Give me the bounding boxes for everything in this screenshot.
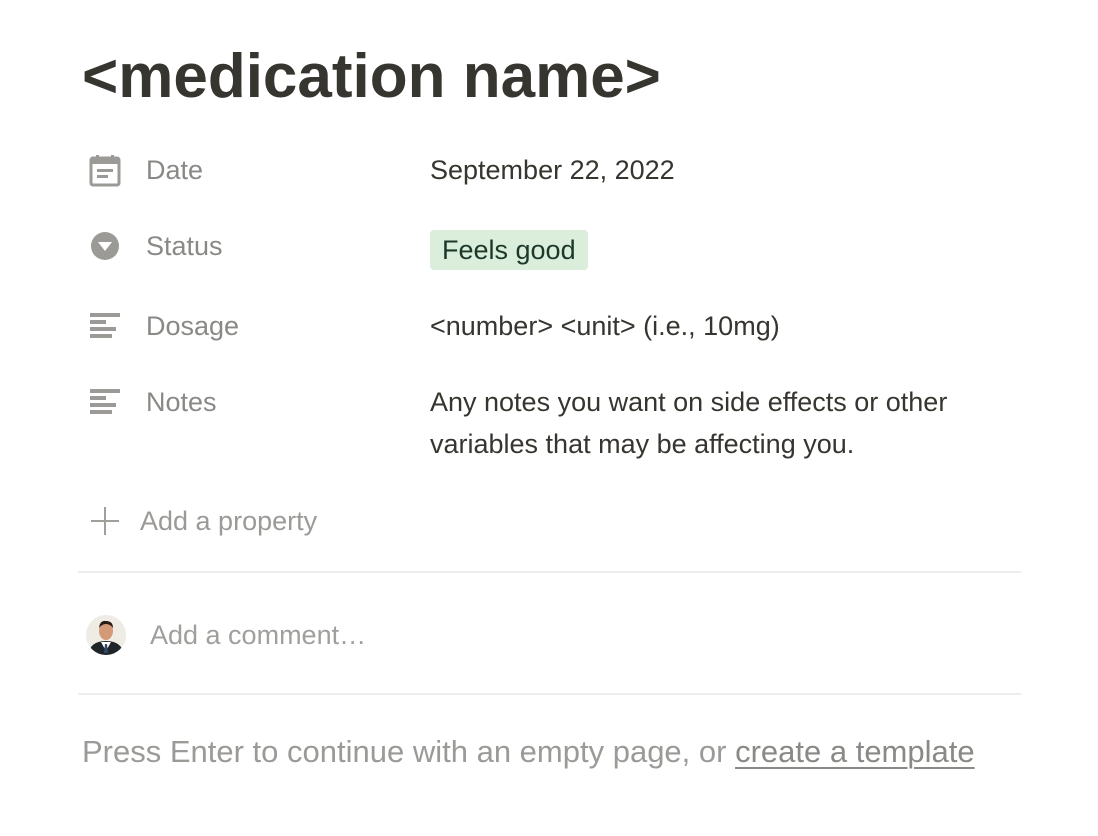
- add-property-label: Add a property: [140, 505, 318, 536]
- calendar-icon: [88, 153, 122, 187]
- avatar: [86, 615, 126, 655]
- property-name-dosage[interactable]: Dosage: [80, 309, 410, 343]
- notes-value[interactable]: Any notes you want on side effects or ot…: [430, 381, 1010, 465]
- property-name-date[interactable]: Date: [80, 153, 410, 187]
- empty-page-hint: Press Enter to continue with an empty pa…: [82, 734, 975, 770]
- text-lines-icon: [88, 385, 122, 419]
- divider: [78, 693, 1021, 695]
- plus-icon: [88, 504, 122, 538]
- hint-text: Press Enter to continue with an empty pa…: [82, 734, 736, 769]
- page: <medication name> Date September 22, 202…: [0, 0, 1098, 836]
- property-label: Dosage: [146, 310, 240, 341]
- select-icon: [88, 229, 122, 263]
- dosage-value[interactable]: <number> <unit> (i.e., 10mg): [430, 305, 1010, 347]
- page-title[interactable]: <medication name>: [82, 38, 661, 116]
- date-value[interactable]: September 22, 2022: [430, 149, 1010, 191]
- divider: [78, 571, 1021, 573]
- property-name-status[interactable]: Status: [80, 229, 410, 263]
- property-label: Status: [146, 230, 223, 261]
- comment-input[interactable]: [150, 619, 750, 651]
- status-badge: Feels good: [430, 230, 588, 270]
- add-property-button[interactable]: Add a property: [88, 502, 317, 540]
- text-lines-icon: [88, 309, 122, 343]
- status-value[interactable]: Feels good: [430, 229, 1010, 271]
- property-label: Notes: [146, 386, 217, 417]
- comment-row: [86, 614, 750, 656]
- property-name-notes[interactable]: Notes: [80, 385, 410, 419]
- create-template-link[interactable]: create a template: [735, 734, 975, 769]
- property-label: Date: [146, 154, 204, 185]
